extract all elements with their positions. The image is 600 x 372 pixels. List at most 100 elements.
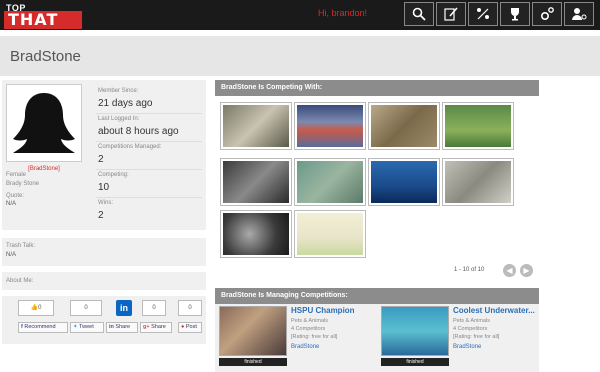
competition-thumbnail[interactable] — [442, 102, 514, 150]
stat-value: about 8 hours ago — [98, 126, 179, 137]
profile-name: BradStone — [10, 48, 81, 65]
thumbnail-image — [297, 161, 363, 203]
competition-thumbnail[interactable] — [294, 158, 366, 206]
competition-thumbnail[interactable] — [294, 102, 366, 150]
pagination-text: 1 - 10 of 10 — [454, 267, 485, 273]
stat-last-logged-in: Last Logged In: about 8 hours ago — [96, 114, 202, 142]
managing-heading: BradStone Is Managing Competitions: — [215, 288, 539, 304]
competition-thumbnail[interactable] — [368, 158, 440, 206]
recommend-button[interactable]: f Recommend — [18, 322, 68, 333]
linkedin-share-label: Share — [115, 324, 131, 330]
competition-thumbnail[interactable] — [368, 102, 440, 150]
prev-page-button[interactable]: ◀ — [503, 264, 516, 277]
competition-thumbnail[interactable] — [381, 306, 449, 356]
stat-label: Competing: — [98, 172, 129, 178]
trash-talk-value: N/A — [6, 252, 17, 258]
competitor-count: 4 Competitors — [453, 326, 488, 332]
stat-competitions-managed: Competitions Managed: 2 — [96, 142, 202, 170]
competition-thumbnail[interactable] — [294, 210, 366, 258]
user-greeting[interactable]: Hi, brandon! — [318, 8, 367, 18]
post-label: Post — [185, 324, 197, 330]
thumbnail-image — [445, 161, 511, 203]
like-count-box[interactable]: 👍0 — [18, 300, 54, 316]
quote-label: Quote: — [6, 193, 25, 199]
competition-thumbnail[interactable] — [220, 210, 292, 258]
google-share-label: Share — [151, 324, 166, 330]
user-icon[interactable] — [564, 2, 594, 26]
stat-competing: Competing: 10 — [96, 170, 202, 198]
full-name-value: Brady Stone — [6, 181, 40, 187]
tweet-button[interactable]: ✦ Tweet — [70, 322, 104, 333]
stat-label: Competitions Managed: — [98, 144, 162, 150]
share-count-box: 0 — [142, 300, 166, 316]
managed-competitions: finished HSPU Champion Pets & Animals 4 … — [215, 304, 539, 372]
managed-competition-card[interactable]: finished HSPU Champion Pets & Animals 4 … — [217, 306, 375, 368]
thumbnail-image — [297, 105, 363, 147]
edit-icon[interactable] — [436, 2, 466, 26]
quote-value: N/A — [6, 201, 17, 207]
stat-value: 21 days ago — [98, 98, 153, 109]
search-icon[interactable] — [404, 2, 434, 26]
linkedin-share-button[interactable]: in Share — [106, 322, 138, 333]
competing-heading: BradStone Is Competing With: — [215, 80, 539, 96]
linkedin-small-icon: in — [109, 324, 114, 330]
thumbnail-image — [371, 105, 437, 147]
competition-owner[interactable]: BradStone — [291, 344, 319, 350]
google-share-button[interactable]: g+ Share — [140, 322, 172, 333]
competition-category: Pets & Animals — [291, 318, 328, 324]
stat-member-since: Member Since: 21 days ago — [96, 86, 202, 114]
google-plus-icon: g+ — [143, 324, 150, 330]
stat-wins: Wins: 2 — [96, 198, 202, 226]
twitter-icon: ✦ — [73, 324, 78, 330]
trophy-icon[interactable] — [500, 2, 530, 26]
status-badge: finished — [219, 358, 287, 366]
logo-that-text: THAT — [4, 11, 82, 29]
competition-thumbnail[interactable] — [442, 158, 514, 206]
stat-value: 10 — [98, 182, 110, 193]
about-me-label: About Me: — [6, 278, 34, 284]
thumbnail-image — [223, 105, 289, 147]
silhouette-icon — [13, 93, 75, 153]
gender-value: Female — [6, 172, 27, 178]
competition-thumbnail[interactable] — [220, 158, 292, 206]
recommend-label: Recommend — [24, 324, 56, 330]
thumbnail-image — [223, 161, 289, 203]
competition-category: Pets & Animals — [453, 318, 490, 324]
tweet-label: Tweet — [79, 324, 94, 330]
thumbnail-image — [371, 161, 437, 203]
competition-thumbnail[interactable] — [220, 102, 292, 150]
competition-title[interactable]: Coolest Underwater... — [453, 306, 535, 315]
competition-rating: [Rating: free for all] — [453, 334, 500, 340]
stat-value: 2 — [98, 210, 104, 221]
stat-label: Last Logged In: — [98, 116, 140, 122]
avatar — [6, 84, 82, 162]
post-button[interactable]: ● Post — [178, 322, 202, 333]
linkedin-icon[interactable]: in — [116, 300, 132, 316]
thumbnail-image — [297, 213, 363, 255]
nav-icons — [404, 2, 594, 26]
about-me-panel: About Me: — [2, 272, 206, 290]
trash-talk-panel: Trash Talk: N/A — [2, 238, 206, 266]
profile-info-panel: [BradStone] Female Brady Stone Quote: N/… — [2, 80, 206, 230]
post-count-box: 0 — [178, 300, 202, 316]
top-nav-bar: TOP THAT Hi, brandon! — [0, 0, 600, 30]
stat-label: Member Since: — [98, 88, 139, 94]
competition-title[interactable]: HSPU Champion — [291, 306, 355, 315]
stat-value: 2 — [98, 154, 104, 165]
thumbnail-image — [445, 105, 511, 147]
settings-icon[interactable] — [532, 2, 562, 26]
trash-talk-label: Trash Talk: — [6, 243, 36, 249]
site-logo[interactable]: TOP THAT — [4, 3, 84, 29]
managed-competition-card[interactable]: finished Coolest Underwater... Pets & An… — [379, 306, 537, 368]
competition-thumbnail[interactable] — [219, 306, 287, 356]
compete-icon[interactable] — [468, 2, 498, 26]
social-share-panel: 👍0 0 in 0 0 f Recommend ✦ Tweet in Share… — [2, 296, 206, 344]
competition-rating: [Rating: free for all] — [291, 334, 338, 340]
thumbnail-image — [223, 213, 289, 255]
post-icon: ● — [181, 324, 185, 330]
member-stats: Member Since: 21 days ago Last Logged In… — [96, 86, 202, 226]
stat-label: Wins: — [98, 200, 113, 206]
next-page-button[interactable]: ▶ — [520, 264, 533, 277]
competitor-count: 4 Competitors — [291, 326, 326, 332]
competition-owner[interactable]: BradStone — [453, 344, 481, 350]
